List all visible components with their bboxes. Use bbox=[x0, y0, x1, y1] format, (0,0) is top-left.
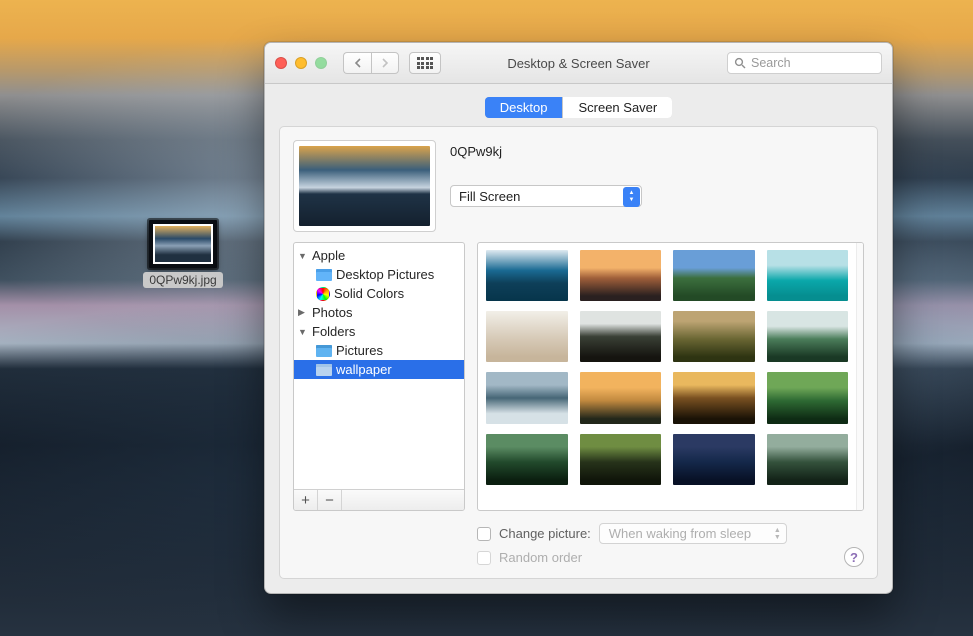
chevron-right-icon bbox=[381, 58, 389, 68]
sidebar-tools: + − bbox=[294, 489, 464, 510]
content-panel: 0QPw9kj Fill Screen ▲▼ ▼ Apple Desktop P… bbox=[279, 126, 878, 579]
nav-buttons bbox=[343, 52, 399, 74]
tree-label: Photos bbox=[312, 305, 352, 320]
random-order-label: Random order bbox=[499, 550, 582, 565]
thumbnails-scrollbar[interactable] bbox=[856, 243, 863, 510]
wallpaper-thumb[interactable] bbox=[580, 434, 662, 485]
change-picture-interval-select[interactable]: When waking from sleep ▲▼ bbox=[599, 523, 787, 544]
wallpaper-thumb[interactable] bbox=[486, 434, 568, 485]
tree-label: wallpaper bbox=[336, 362, 392, 377]
fill-mode-value: Fill Screen bbox=[459, 189, 520, 204]
titlebar: Desktop & Screen Saver bbox=[265, 43, 892, 84]
source-sidebar: ▼ Apple Desktop Pictures Solid Colors ▶ … bbox=[293, 242, 465, 511]
close-button[interactable] bbox=[275, 57, 287, 69]
tree-label: Pictures bbox=[336, 343, 383, 358]
tree-group-apple[interactable]: ▼ Apple bbox=[294, 246, 464, 265]
wallpaper-thumb[interactable] bbox=[767, 434, 849, 485]
wallpaper-thumb[interactable] bbox=[580, 250, 662, 301]
wallpaper-thumb[interactable] bbox=[486, 250, 568, 301]
add-folder-button[interactable]: + bbox=[294, 490, 318, 510]
folder-icon bbox=[316, 364, 332, 376]
zoom-button[interactable] bbox=[315, 57, 327, 69]
current-preview bbox=[293, 140, 436, 232]
file-name-label: 0QPw9kj.jpg bbox=[143, 272, 222, 288]
wallpaper-thumb[interactable] bbox=[767, 311, 849, 362]
wallpaper-thumb[interactable] bbox=[673, 250, 755, 301]
thumbnails-grid bbox=[478, 243, 856, 510]
search-icon bbox=[734, 57, 746, 69]
folder-icon bbox=[316, 345, 332, 357]
change-picture-checkbox[interactable] bbox=[477, 527, 491, 541]
wallpaper-thumb[interactable] bbox=[673, 311, 755, 362]
minimize-button[interactable] bbox=[295, 57, 307, 69]
change-picture-label: Change picture: bbox=[499, 526, 591, 541]
tree-label: Folders bbox=[312, 324, 355, 339]
tree-label: Desktop Pictures bbox=[336, 267, 434, 282]
window-controls bbox=[275, 57, 327, 69]
fill-mode-select[interactable]: Fill Screen ▲▼ bbox=[450, 185, 642, 207]
disclosure-down-icon: ▼ bbox=[298, 251, 308, 261]
chevron-left-icon bbox=[354, 58, 362, 68]
remove-folder-button[interactable]: − bbox=[318, 490, 342, 510]
back-button[interactable] bbox=[343, 52, 371, 74]
random-order-checkbox bbox=[477, 551, 491, 565]
stepper-icon: ▲▼ bbox=[774, 527, 781, 541]
desktop-file[interactable]: 0QPw9kj.jpg bbox=[138, 220, 228, 288]
random-order-row: Random order bbox=[477, 550, 864, 565]
wallpaper-thumb[interactable] bbox=[767, 250, 849, 301]
source-tree: ▼ Apple Desktop Pictures Solid Colors ▶ … bbox=[294, 243, 464, 489]
forward-button[interactable] bbox=[371, 52, 399, 74]
thumbnails-panel bbox=[477, 242, 864, 511]
grid-icon bbox=[417, 57, 434, 69]
colorwheel-icon bbox=[316, 287, 330, 301]
search-input[interactable] bbox=[751, 56, 875, 70]
tree-label: Solid Colors bbox=[334, 286, 404, 301]
tree-item-solid-colors[interactable]: Solid Colors bbox=[294, 284, 464, 303]
change-picture-row: Change picture: When waking from sleep ▲… bbox=[477, 523, 864, 544]
folder-icon bbox=[316, 269, 332, 281]
tree-group-folders[interactable]: ▼ Folders bbox=[294, 322, 464, 341]
file-thumbnail bbox=[149, 220, 217, 268]
disclosure-down-icon: ▼ bbox=[298, 327, 308, 337]
search-field[interactable] bbox=[727, 52, 882, 74]
footer-options: Change picture: When waking from sleep ▲… bbox=[293, 521, 864, 565]
disclosure-right-icon: ▶ bbox=[298, 307, 308, 318]
tree-item-wallpaper[interactable]: wallpaper bbox=[294, 360, 464, 379]
tab-desktop[interactable]: Desktop bbox=[485, 97, 564, 118]
tree-group-photos[interactable]: ▶ Photos bbox=[294, 303, 464, 322]
wallpaper-thumb[interactable] bbox=[767, 372, 849, 423]
stepper-icon: ▲▼ bbox=[623, 187, 640, 207]
wallpaper-thumb[interactable] bbox=[486, 372, 568, 423]
show-all-button[interactable] bbox=[409, 52, 441, 74]
wallpaper-thumb[interactable] bbox=[580, 311, 662, 362]
sidebar-tools-spacer bbox=[342, 490, 464, 510]
tree-label: Apple bbox=[312, 248, 345, 263]
tabs: Desktop Screen Saver bbox=[485, 97, 672, 118]
wallpaper-thumb[interactable] bbox=[673, 434, 755, 485]
wallpaper-thumb[interactable] bbox=[486, 311, 568, 362]
tree-item-pictures[interactable]: Pictures bbox=[294, 341, 464, 360]
current-picture-name: 0QPw9kj bbox=[450, 144, 864, 159]
interval-value: When waking from sleep bbox=[609, 526, 751, 541]
tree-item-desktop-pictures[interactable]: Desktop Pictures bbox=[294, 265, 464, 284]
tab-screensaver[interactable]: Screen Saver bbox=[563, 97, 672, 118]
prefs-window: Desktop & Screen Saver Desktop Screen Sa… bbox=[264, 42, 893, 594]
wallpaper-thumb[interactable] bbox=[673, 372, 755, 423]
wallpaper-thumb[interactable] bbox=[580, 372, 662, 423]
help-button[interactable]: ? bbox=[844, 547, 864, 567]
